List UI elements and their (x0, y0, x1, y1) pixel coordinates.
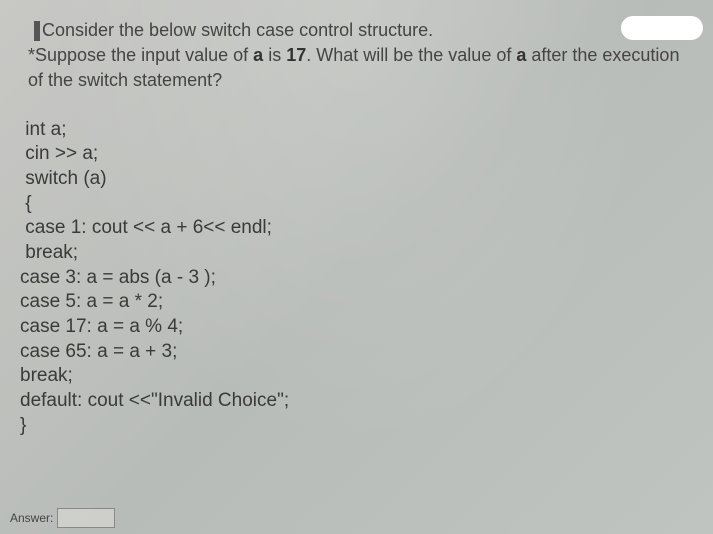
question-container: Consider the below switch case control s… (0, 0, 713, 449)
code-line: case 3: a = abs (a - 3 ); (20, 266, 703, 291)
code-line: case 5: a = a * 2; (20, 290, 703, 315)
q2-prefix: *Suppose the input value of (28, 45, 253, 65)
answer-row: Answer: (10, 508, 115, 528)
code-line: cin >> a; (20, 142, 703, 167)
code-line: { (20, 192, 703, 217)
code-line: switch (a) (20, 167, 703, 192)
q2-mid: is (263, 45, 286, 65)
q2-bold-17: 17 (286, 45, 306, 65)
question-text: Consider the below switch case control s… (20, 18, 703, 94)
q2-bold-a: a (253, 45, 263, 65)
code-line: int a; (20, 118, 703, 143)
q1-text: Consider the below switch case control s… (42, 20, 433, 40)
code-line: default: cout <<"Invalid Choice"; (20, 389, 703, 414)
q3-text: of the switch statement? (28, 70, 222, 90)
answer-label: Answer: (10, 511, 53, 525)
question-line-1: Consider the below switch case control s… (34, 18, 703, 43)
q2-bold-a2: a (516, 45, 526, 65)
code-line: case 1: cout << a + 6<< endl; (20, 216, 703, 241)
q2-end: after the execution (526, 45, 679, 65)
answer-input[interactable] (57, 508, 115, 528)
question-line-3: of the switch statement? (28, 68, 703, 93)
cursor-icon (34, 21, 40, 41)
code-line: break; (20, 364, 703, 389)
code-line: break; (20, 241, 703, 266)
q2-after: . What will be the value of (306, 45, 516, 65)
code-line: case 17: a = a % 4; (20, 315, 703, 340)
question-line-2: *Suppose the input value of a is 17. Wha… (28, 43, 703, 68)
code-line: case 65: a = a + 3; (20, 340, 703, 365)
code-line: } (20, 414, 703, 439)
code-block: int a; cin >> a; switch (a) { case 1: co… (20, 118, 703, 439)
